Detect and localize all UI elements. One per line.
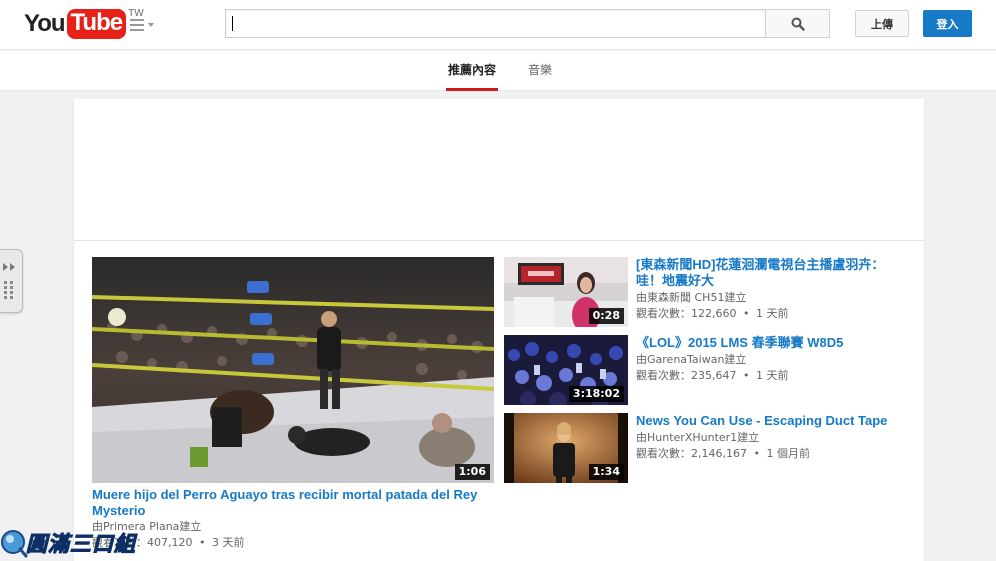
upload-button[interactable]: 上傳 <box>855 10 909 37</box>
stats-line: 觀看次數：235,647 • 1 天前 <box>636 368 906 384</box>
guide-menu-button[interactable] <box>130 19 156 33</box>
search-input[interactable] <box>225 9 765 38</box>
video-duration: 1:34 <box>588 464 624 480</box>
video-title[interactable]: [東森新聞HD]花蓮洄瀾電視台主播盧羽卉：哇！地震好大 <box>636 257 906 289</box>
video-title[interactable]: 《LOL》2015 LMS 春季聯賽 W8D5 <box>636 335 906 351</box>
video-thumbnail[interactable]: 3:18:02 <box>504 335 628 405</box>
grip-dots-icon <box>4 281 13 299</box>
sign-in-button[interactable]: 登入 <box>923 10 972 37</box>
hamburger-menu-icon <box>130 19 144 34</box>
meta-separator: • <box>199 536 206 549</box>
view-count: 觀看次數：235,647 <box>636 369 737 382</box>
meta-separator: • <box>743 369 750 382</box>
guide-expand-icon <box>3 263 15 271</box>
featured-channel-line: 由Primera Plana建立 <box>92 520 202 533</box>
stats-line: 觀看次數：2,146,167 • 1 個月前 <box>636 446 906 462</box>
upload-age: 1 天前 <box>756 307 789 320</box>
channel-line: 由GarenaTaiwan建立 <box>636 353 747 366</box>
masthead: You Tube TW 上傳 登入 <box>0 0 996 50</box>
featured-stats-line: 觀看次數：407,120 • 3 天前 <box>92 535 494 551</box>
guide-expand-handle[interactable] <box>0 249 23 313</box>
youtube-logo[interactable]: You Tube TW <box>24 7 144 41</box>
watermark-badge-icon <box>1 530 28 558</box>
text-cursor <box>232 16 233 31</box>
video-thumbnail[interactable]: 0:28 <box>504 257 628 327</box>
video-meta: 由HunterXHunter1建立 觀看次數：2,146,167 • 1 個月前 <box>636 430 906 462</box>
video-list-item: 1:34 News You Can Use - Escaping Duct Ta… <box>504 413 914 483</box>
meta-separator: • <box>743 307 750 320</box>
search-button[interactable] <box>765 9 830 38</box>
upload-age: 3 天前 <box>212 536 245 549</box>
meta-separator: • <box>753 447 760 460</box>
watermark-logo: 圓滿三口組 <box>0 528 150 561</box>
view-count: 觀看次數：122,660 <box>636 307 737 320</box>
ad-slot <box>74 99 924 241</box>
upload-age: 1 天前 <box>756 369 789 382</box>
upload-age: 1 個月前 <box>766 447 810 460</box>
watermark-text: 圓滿三口組 <box>26 532 136 557</box>
video-meta: 由GarenaTaiwan建立 觀看次數：235,647 • 1 天前 <box>636 352 906 384</box>
video-list-item: 0:28 [東森新聞HD]花蓮洄瀾電視台主播盧羽卉：哇！地震好大 由東森新聞 C… <box>504 257 914 327</box>
feed-tab-bar: 推薦內容 音樂 <box>0 51 996 91</box>
search-form <box>225 9 830 38</box>
logo-region-code: TW <box>128 8 144 19</box>
video-thumbnail[interactable]: 1:34 <box>504 413 628 483</box>
tab-recommended[interactable]: 推薦內容 <box>446 51 498 91</box>
featured-video-thumbnail[interactable]: 1:06 <box>92 257 494 483</box>
video-list-item: 3:18:02 《LOL》2015 LMS 春季聯賽 W8D5 由GarenaT… <box>504 335 914 405</box>
video-duration: 0:28 <box>588 308 624 324</box>
logo-tube-text: Tube <box>66 9 127 39</box>
caret-down-icon <box>148 23 154 27</box>
stats-line: 觀看次數：122,660 • 1 天前 <box>636 306 906 322</box>
featured-video-meta: 由Primera Plana建立 觀看次數：407,120 • 3 天前 <box>92 519 494 551</box>
view-count: 觀看次數：2,146,167 <box>636 447 747 460</box>
tab-music[interactable]: 音樂 <box>527 51 553 91</box>
logo-you-text: You <box>24 10 66 37</box>
wrestling-ring-scene-image <box>92 257 494 483</box>
video-duration: 1:06 <box>454 464 490 480</box>
video-title[interactable]: News You Can Use - Escaping Duct Tape <box>636 413 906 429</box>
video-duration: 3:18:02 <box>568 386 624 402</box>
video-meta: 由東森新聞 CH51建立 觀看次數：122,660 • 1 天前 <box>636 290 906 322</box>
search-icon <box>791 17 805 31</box>
featured-video-title[interactable]: Muere hijo del Perro Aguayo tras recibir… <box>92 487 494 519</box>
channel-line: 由HunterXHunter1建立 <box>636 431 760 444</box>
channel-line: 由東森新聞 CH51建立 <box>636 291 747 304</box>
